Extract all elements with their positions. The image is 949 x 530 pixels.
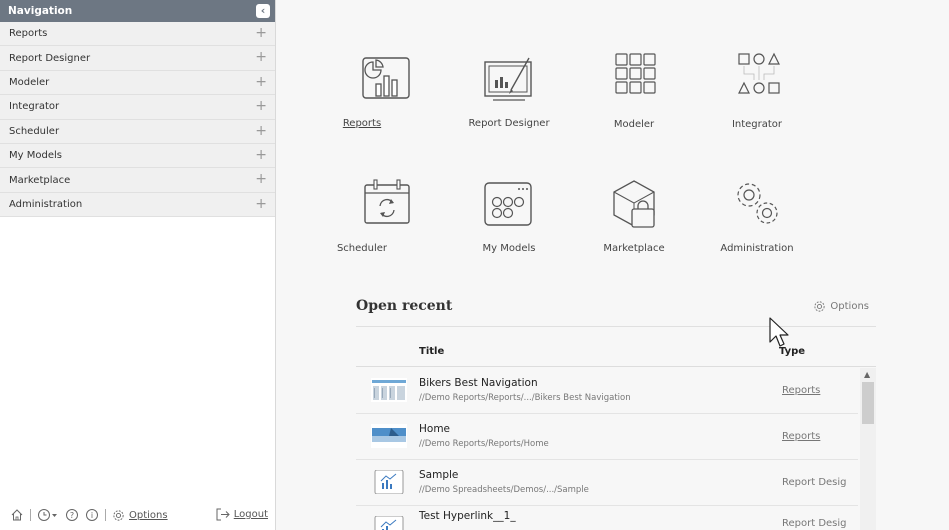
sidebar-item-administration[interactable]: Administration + [0, 192, 275, 218]
tile-label: Modeler [613, 119, 655, 130]
recent-options-button[interactable]: Options [813, 300, 869, 313]
tile-reports[interactable]: Reports [327, 50, 447, 129]
open-recent-title: Open recent [356, 298, 453, 314]
sidebar-item-marketplace[interactable]: Marketplace + [0, 168, 275, 193]
row-type: Report Desig [782, 477, 847, 488]
svg-text:i: i [91, 511, 93, 520]
tile-label: My Models [482, 243, 536, 254]
sidebar-item-scheduler[interactable]: Scheduler + [0, 119, 275, 144]
scheduler-icon [364, 179, 410, 224]
tile-label: Administration [720, 243, 794, 254]
logout-icon [216, 508, 230, 521]
table-row[interactable]: Sample //Demo Spreadsheets/Demos/.../Sam… [356, 460, 858, 506]
sidebar-item-label: My Models [9, 150, 62, 162]
options-label: Options [129, 509, 168, 521]
my-models-icon [484, 182, 532, 226]
divider [30, 509, 31, 521]
column-header-title[interactable]: Title [419, 346, 444, 357]
marketplace-icon [613, 180, 655, 228]
expand-icon[interactable]: + [255, 172, 267, 186]
options-button[interactable]: Options [112, 509, 168, 522]
navigation-header: Navigation ‹ [0, 0, 275, 22]
tile-administration[interactable]: Administration [697, 175, 817, 254]
row-type-link[interactable]: Reports [782, 385, 820, 396]
sidebar-item-label: Administration [9, 198, 83, 210]
home-icon[interactable] [10, 508, 24, 522]
row-path: //Demo Spreadsheets/Demos/.../Sample [419, 485, 589, 495]
tile-label: Integrator [731, 119, 783, 130]
sidebar-item-label: Marketplace [9, 174, 71, 186]
svg-text:?: ? [70, 511, 74, 520]
sidebar-item-label: Scheduler [9, 125, 60, 137]
row-title: Home [419, 423, 451, 435]
expand-icon[interactable]: + [255, 26, 267, 40]
tile-label: Marketplace [603, 243, 665, 254]
reports-icon [362, 57, 410, 99]
expand-icon[interactable]: + [255, 197, 267, 211]
expand-icon[interactable]: + [255, 75, 267, 89]
report-design-thumbnail-icon [374, 470, 404, 494]
report-designer-icon [484, 57, 532, 101]
report-design-thumbnail-icon [374, 516, 404, 530]
sidebar-item-label: Integrator [9, 101, 60, 113]
row-title: Sample [419, 469, 459, 481]
tile-scheduler[interactable]: Scheduler [327, 175, 447, 254]
row-path: //Demo Reports/Reports/Home [419, 439, 549, 449]
sidebar-item-my-models[interactable]: My Models + [0, 143, 275, 169]
tile-integrator[interactable]: Integrator [697, 44, 817, 130]
sidebar-item-label: Modeler [9, 76, 50, 88]
logout-label: Logout [233, 509, 268, 520]
navigation-sidebar: Navigation ‹ Reports + Report Designer +… [0, 0, 276, 530]
tile-report-designer[interactable]: Report Designer [449, 50, 569, 129]
sidebar-item-integrator[interactable]: Integrator + [0, 95, 275, 120]
row-path: //Demo Reports/Reports/.../Bikers Best N… [419, 393, 631, 403]
divider [356, 326, 876, 327]
collapse-sidebar-button[interactable]: ‹ [256, 4, 270, 18]
options-label: Options [830, 301, 869, 312]
expand-icon[interactable]: + [255, 99, 267, 113]
report-thumbnail-icon [371, 424, 407, 448]
divider [105, 509, 106, 521]
expand-icon[interactable]: + [255, 148, 267, 162]
navigation-title: Navigation [8, 5, 73, 17]
tile-label: Report Designer [468, 118, 550, 129]
recent-scrollbar[interactable]: ▲ [860, 368, 876, 530]
row-type-link[interactable]: Reports [782, 431, 820, 442]
row-title: Bikers Best Navigation [419, 377, 538, 389]
sidebar-item-report-designer[interactable]: Report Designer + [0, 46, 275, 71]
logout-button[interactable]: Logout [216, 508, 268, 521]
scroll-up-icon[interactable]: ▲ [864, 370, 870, 379]
divider [356, 366, 876, 367]
tile-label: Scheduler [336, 243, 388, 254]
sidebar-footer: ? i Options Logout [0, 500, 276, 530]
sidebar-item-reports[interactable]: Reports + [0, 22, 275, 47]
row-title: Test Hyperlink__1_ [419, 510, 516, 522]
gear-icon [113, 509, 124, 521]
tile-my-models[interactable]: My Models [449, 175, 569, 254]
expand-icon[interactable]: + [255, 124, 267, 138]
scrollbar-thumb[interactable] [862, 382, 874, 424]
sidebar-item-modeler[interactable]: Modeler + [0, 70, 275, 96]
history-icon[interactable] [37, 508, 59, 522]
tile-label: Reports [342, 118, 382, 129]
tile-modeler[interactable]: Modeler [574, 44, 694, 130]
mouse-cursor-icon [769, 317, 789, 347]
table-row[interactable]: Home //Demo Reports/Reports/Home Reports [356, 414, 858, 460]
sidebar-item-label: Report Designer [9, 52, 91, 64]
modeler-icon [615, 53, 656, 94]
table-row[interactable]: Bikers Best Navigation //Demo Reports/Re… [356, 368, 858, 414]
sidebar-item-label: Reports [9, 28, 48, 40]
integrator-icon [738, 52, 780, 94]
help-icon[interactable]: ? [65, 508, 79, 522]
report-thumbnail-icon [371, 378, 407, 402]
administration-icon [737, 183, 778, 224]
row-type: Report Desig [782, 518, 847, 529]
tile-marketplace[interactable]: Marketplace [574, 175, 694, 254]
table-row[interactable]: Test Hyperlink__1_ Report Desig [356, 506, 858, 530]
expand-icon[interactable]: + [255, 50, 267, 64]
main-content: Reports Report Designer Modeler Integrat… [277, 0, 949, 530]
gear-icon [814, 301, 826, 312]
info-icon[interactable]: i [85, 508, 99, 522]
